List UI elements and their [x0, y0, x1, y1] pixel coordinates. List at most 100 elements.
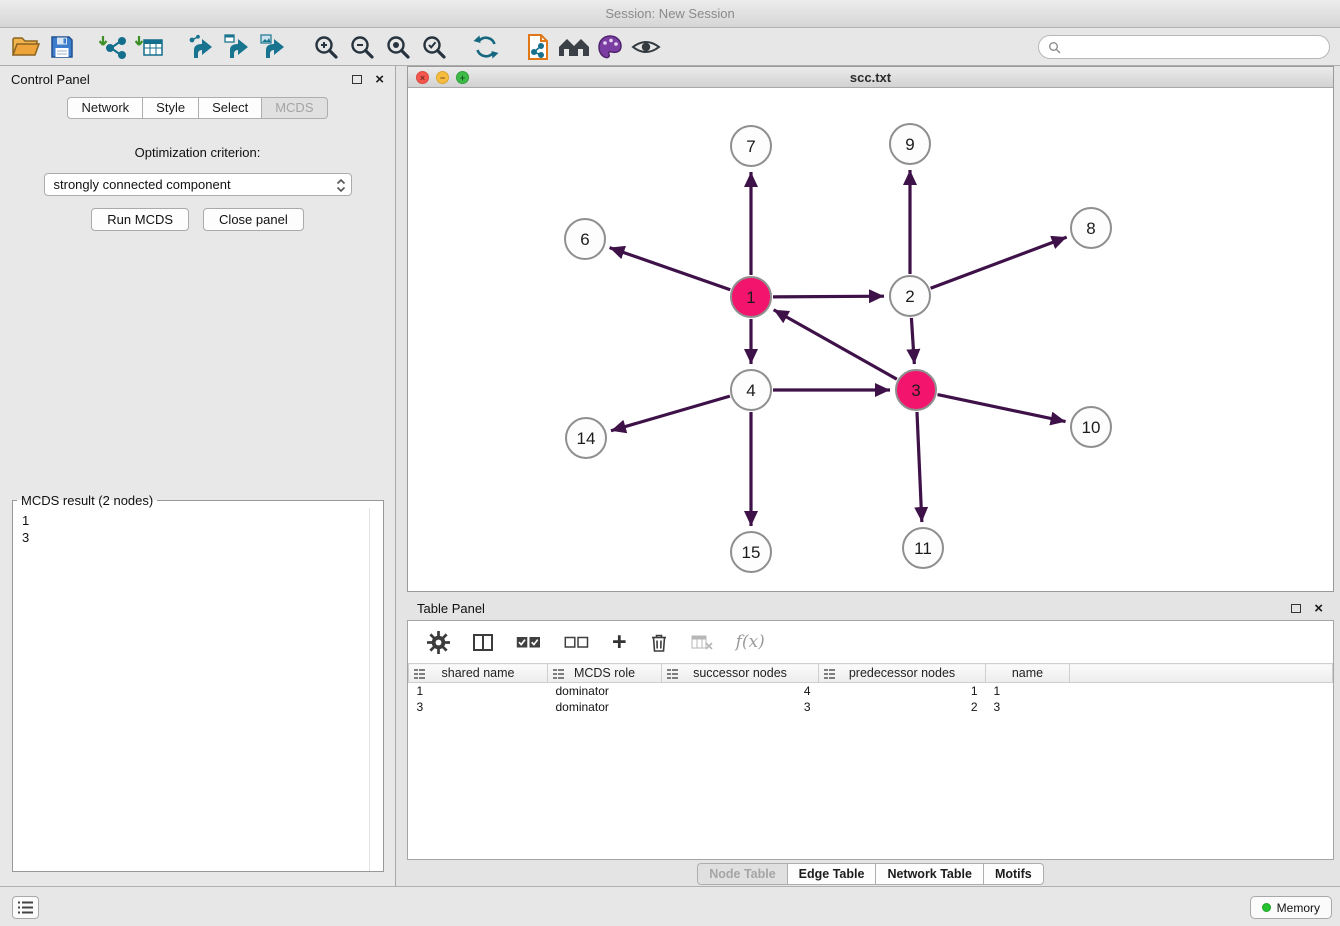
select-stepper-icon — [334, 177, 348, 197]
open-folder-icon — [11, 34, 41, 60]
unselect-all-columns-button[interactable] — [564, 636, 589, 649]
refresh-view-button[interactable] — [468, 31, 504, 63]
control-panel-tabs: Network Style Select MCDS — [0, 97, 395, 119]
graph-edge-4-14[interactable] — [611, 396, 730, 431]
mcds-result-line: 1 — [22, 512, 374, 529]
close-window-button[interactable]: × — [416, 71, 429, 84]
save-session-button[interactable] — [44, 31, 80, 63]
graph-edge-3-10[interactable] — [938, 395, 1066, 422]
graph-edge-1-6[interactable] — [610, 248, 731, 290]
zoom-in-button[interactable] — [308, 31, 344, 63]
create-column-button[interactable]: + — [612, 632, 627, 652]
memory-label: Memory — [1277, 901, 1320, 915]
table-cell[interactable]: dominator — [548, 683, 662, 700]
table-cell[interactable]: 3 — [986, 699, 1070, 715]
graph-node-10[interactable]: 10 — [1071, 407, 1111, 447]
table-cell[interactable]: 1 — [819, 683, 986, 700]
table-row[interactable]: 3dominator323 — [409, 699, 1333, 715]
table-cell[interactable]: 3 — [409, 699, 548, 715]
result-scrollbar[interactable] — [369, 508, 370, 871]
table-settings-button[interactable] — [427, 631, 450, 654]
show-columns-button[interactable] — [473, 634, 493, 651]
graph-node-2[interactable]: 2 — [890, 276, 930, 316]
graph-node-8[interactable]: 8 — [1071, 208, 1111, 248]
save-icon — [49, 34, 75, 60]
column-header-mcds-role[interactable]: MCDS role — [548, 664, 662, 683]
function-builder-button[interactable]: f(x) — [736, 632, 765, 652]
column-header-shared-name[interactable]: shared name — [409, 664, 548, 683]
graph-edge-3-1[interactable] — [774, 310, 897, 379]
first-neighbors-button[interactable] — [556, 31, 592, 63]
table-panel-title: Table Panel — [417, 601, 485, 616]
minimize-window-button[interactable]: − — [436, 71, 449, 84]
table-row[interactable]: 1dominator411 — [409, 683, 1333, 700]
zoom-selected-icon — [421, 34, 447, 60]
graph-node-1[interactable]: 1 — [731, 277, 771, 317]
mcds-result-list: 13 — [13, 508, 383, 550]
graph-edge-3-11[interactable] — [917, 412, 922, 522]
delete-table-button[interactable] — [691, 635, 713, 650]
graph-node-4[interactable]: 4 — [731, 370, 771, 410]
export-network-button[interactable] — [184, 31, 220, 63]
float-table-panel-icon[interactable] — [1291, 604, 1301, 613]
table-cell[interactable]: 1 — [986, 683, 1070, 700]
close-panel-icon[interactable]: × — [375, 72, 384, 87]
search-input[interactable] — [1067, 40, 1320, 54]
open-session-button[interactable] — [8, 31, 44, 63]
table-cell[interactable]: 2 — [819, 699, 986, 715]
show-graphics-details-button[interactable] — [628, 31, 664, 63]
tab-style[interactable]: Style — [143, 97, 199, 119]
task-history-button[interactable] — [12, 896, 39, 919]
apply-style-button[interactable] — [592, 31, 628, 63]
run-mcds-button[interactable]: Run MCDS — [91, 208, 189, 231]
column-header-predecessor-nodes[interactable]: predecessor nodes — [819, 664, 986, 683]
status-bar: Memory — [0, 886, 1340, 926]
graph-node-15[interactable]: 15 — [731, 532, 771, 572]
table-cell[interactable]: 1 — [409, 683, 548, 700]
table-cell[interactable]: 4 — [662, 683, 819, 700]
graph-node-11[interactable]: 11 — [903, 528, 943, 568]
graph-node-7[interactable]: 7 — [731, 126, 771, 166]
graph-edge-2-8[interactable] — [931, 237, 1067, 288]
import-table-button[interactable] — [132, 31, 168, 63]
optimization-select[interactable]: strongly connected component — [44, 173, 352, 196]
zoom-out-button[interactable] — [344, 31, 380, 63]
tab-edge-table[interactable]: Edge Table — [788, 863, 877, 885]
mcds-buttons-row: Run MCDS Close panel — [0, 208, 395, 231]
graph-edge-2-3[interactable] — [911, 318, 914, 364]
tab-select[interactable]: Select — [199, 97, 262, 119]
table-cell[interactable]: dominator — [548, 699, 662, 715]
zoom-fit-icon — [385, 34, 411, 60]
column-header-name[interactable]: name — [986, 664, 1070, 683]
table-cell[interactable]: 3 — [662, 699, 819, 715]
graph-node-14[interactable]: 14 — [566, 418, 606, 458]
tab-node-table[interactable]: Node Table — [697, 863, 787, 885]
close-panel-button[interactable]: Close panel — [203, 208, 304, 231]
control-panel-title: Control Panel — [11, 72, 90, 87]
zoom-fit-button[interactable] — [380, 31, 416, 63]
network-file-button[interactable] — [520, 31, 556, 63]
columns-icon — [473, 634, 493, 651]
graph-edge-1-2[interactable] — [773, 296, 884, 297]
graph-node-9[interactable]: 9 — [890, 124, 930, 164]
memory-button[interactable]: Memory — [1250, 896, 1332, 919]
table-panel: Table Panel × — [407, 596, 1334, 886]
fx-icon: f(x) — [736, 632, 765, 652]
close-table-panel-icon[interactable]: × — [1314, 601, 1323, 616]
zoom-window-button[interactable]: + — [456, 71, 469, 84]
float-panel-icon[interactable] — [352, 75, 362, 84]
zoom-selected-button[interactable] — [416, 31, 452, 63]
tab-motifs[interactable]: Motifs — [984, 863, 1044, 885]
column-header-successor-nodes[interactable]: successor nodes — [662, 664, 819, 683]
network-canvas[interactable]: 7 9 6 8 1 2 4 3 14 10 15 11 — [408, 88, 1333, 591]
export-image-button[interactable] — [256, 31, 292, 63]
export-table-button[interactable] — [220, 31, 256, 63]
tab-network-table[interactable]: Network Table — [876, 863, 984, 885]
tab-mcds[interactable]: MCDS — [262, 97, 327, 119]
graph-node-6[interactable]: 6 — [565, 219, 605, 259]
select-all-columns-button[interactable] — [516, 636, 541, 649]
delete-column-button[interactable] — [650, 632, 668, 653]
tab-network[interactable]: Network — [67, 97, 143, 119]
import-network-button[interactable] — [96, 31, 132, 63]
graph-node-3[interactable]: 3 — [896, 370, 936, 410]
